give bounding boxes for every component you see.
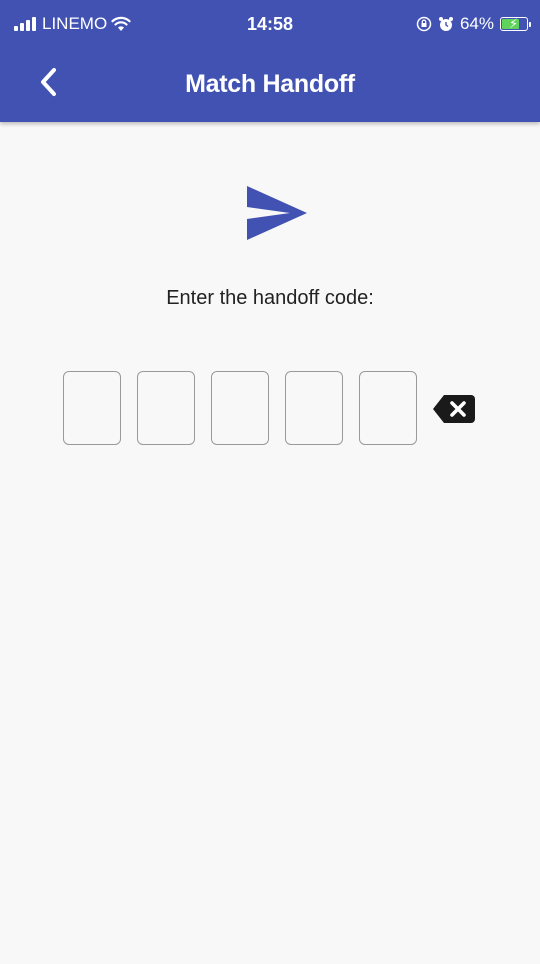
code-digit-3[interactable]	[211, 371, 269, 445]
handoff-code-inputs	[63, 371, 433, 445]
code-digit-2[interactable]	[137, 371, 195, 445]
send-icon	[247, 186, 307, 240]
alarm-icon	[438, 17, 453, 31]
orientation-lock-icon	[416, 16, 432, 32]
status-bar: LINEMO 14:58 64% ⚡	[0, 0, 540, 48]
code-digit-4[interactable]	[285, 371, 343, 445]
nav-bar: Match Handoff	[0, 48, 540, 122]
battery-charging-icon: ⚡	[500, 16, 531, 31]
app-header: LINEMO 14:58 64% ⚡ Match Handoff	[0, 0, 540, 122]
backspace-icon[interactable]	[432, 394, 476, 424]
page-title: Match Handoff	[185, 70, 355, 98]
code-digit-1[interactable]	[63, 371, 121, 445]
code-digit-5[interactable]	[359, 371, 417, 445]
handoff-prompt: Enter the handoff code:	[166, 287, 374, 309]
status-right: 64% ⚡	[416, 14, 531, 34]
battery-percent: 64%	[459, 14, 494, 33]
